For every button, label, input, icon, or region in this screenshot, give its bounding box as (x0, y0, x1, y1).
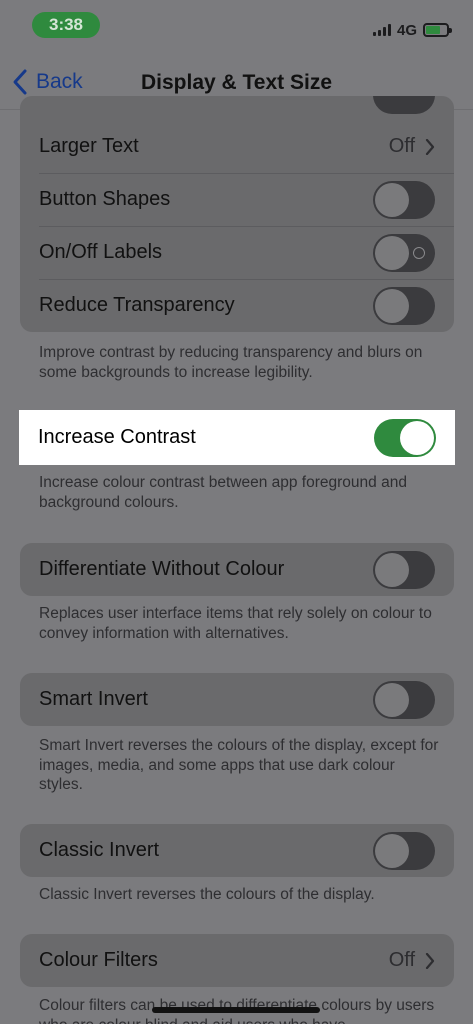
status-bar: 3:38 4G (0, 0, 473, 54)
status-time: 3:38 (32, 12, 100, 38)
reduce-transparency-toggle[interactable] (373, 286, 435, 325)
page-title: Display & Text Size (140, 71, 332, 94)
colour-filters-value: Off (388, 949, 415, 971)
row-reduce-transparency: Reduce Transparency (20, 279, 454, 332)
signal-icon (372, 24, 391, 36)
smart-invert-label: Smart Invert (39, 688, 148, 710)
clipped-toggle (373, 96, 435, 114)
chevron-right-icon (425, 952, 435, 969)
row-colour-filters[interactable]: Colour Filters Off (20, 934, 454, 987)
row-button-shapes: Button Shapes (20, 173, 454, 226)
network-type: 4G (396, 21, 417, 39)
smart-invert-toggle[interactable] (373, 680, 435, 719)
classic-invert-toggle[interactable] (373, 831, 435, 870)
home-indicator[interactable] (152, 1007, 320, 1013)
onoff-labels-toggle[interactable] (373, 233, 435, 272)
classic-invert-label: Classic Invert (39, 839, 160, 861)
colour-filters-label: Colour Filters (39, 949, 158, 971)
larger-text-value-wrap: Off (389, 135, 435, 158)
increase-contrast-group: Increase Contrast (19, 410, 455, 465)
clipped-row (20, 96, 454, 120)
increase-contrast-footnote: Increase colour contrast between app for… (39, 474, 407, 511)
status-indicators: 4G (372, 20, 452, 40)
row-differentiate: Differentiate Without Colour (20, 543, 454, 596)
off-circle-icon (413, 246, 425, 259)
row-onoff-labels: On/Off Labels (20, 226, 454, 279)
button-shapes-toggle[interactable] (373, 180, 435, 219)
onoff-labels-label: On/Off Labels (39, 241, 163, 263)
battery-icon (423, 23, 452, 37)
reduce-transparency-footnote: Improve contrast by reducing transparenc… (39, 344, 423, 381)
larger-text-label: Larger Text (39, 135, 139, 157)
differentiate-group: Differentiate Without Colour (20, 543, 454, 596)
row-smart-invert: Smart Invert (20, 673, 454, 726)
smart-invert-group: Smart Invert (20, 673, 454, 726)
reduce-transparency-label: Reduce Transparency (39, 294, 235, 316)
larger-text-value: Off (388, 135, 415, 157)
increase-contrast-toggle[interactable] (374, 418, 436, 457)
classic-invert-group: Classic Invert (20, 824, 454, 877)
colour-filters-value-wrap: Off (389, 949, 435, 972)
colour-filters-group: Colour Filters Off (20, 934, 454, 987)
chevron-right-icon (425, 138, 435, 155)
row-increase-contrast: Increase Contrast (19, 410, 455, 465)
button-shapes-label: Button Shapes (39, 188, 171, 210)
smart-invert-footnote: Smart Invert reverses the colours of the… (39, 737, 439, 793)
row-classic-invert: Classic Invert (20, 824, 454, 877)
differentiate-footnote: Replaces user interface items that rely … (39, 605, 432, 642)
text-settings-group: Larger Text Off Button Shapes On/Off Lab… (20, 96, 454, 332)
row-larger-text[interactable]: Larger Text Off (20, 120, 454, 173)
differentiate-label: Differentiate Without Colour (39, 558, 285, 580)
differentiate-toggle[interactable] (373, 550, 435, 589)
classic-invert-footnote: Classic Invert reverses the colours of t… (39, 886, 375, 903)
increase-contrast-label: Increase Contrast (38, 426, 196, 448)
